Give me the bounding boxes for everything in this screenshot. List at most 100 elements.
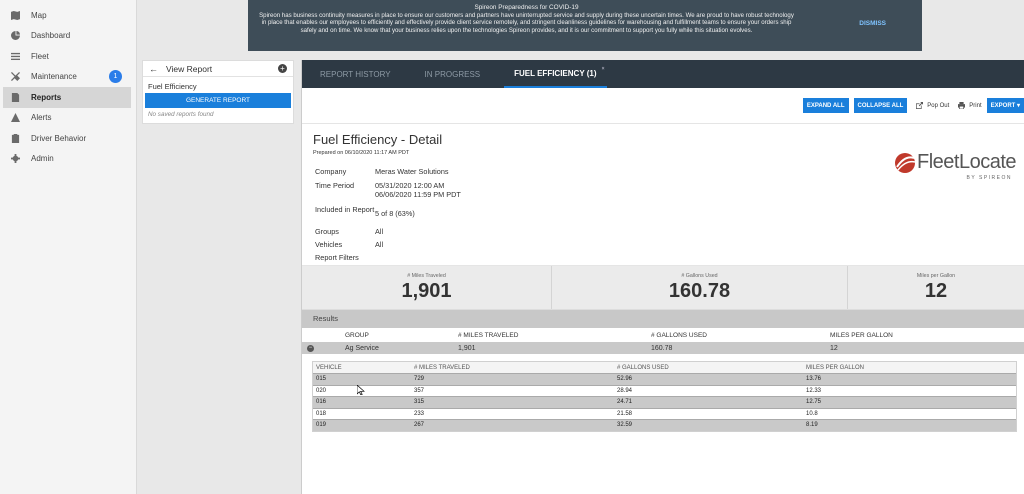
generate-report-button[interactable]: GENERATE REPORT: [145, 93, 291, 108]
meta-key: Report Filters: [315, 253, 359, 262]
expand-all-button[interactable]: EXPAND ALL: [802, 98, 849, 113]
results-header: Results: [302, 310, 1024, 328]
table-row[interactable]: 019 267 32.59 8.19: [313, 419, 1016, 431]
group-name: Ag Service: [345, 344, 379, 352]
dismiss-button[interactable]: DISMISS: [859, 20, 886, 28]
meta-row: Time Period 05/31/2020 12:00 AM 06/06/20…: [315, 180, 1024, 204]
vehicle-gallons: 24.71: [617, 399, 633, 406]
sidebar-item-admin[interactable]: Admin: [0, 149, 136, 170]
stat-value: 160.78: [668, 279, 731, 302]
stat-gallons: # Gallons Used 160.78: [552, 266, 848, 309]
vehicle-miles: 729: [414, 376, 425, 383]
collapse-all-button[interactable]: COLLAPSE ALL: [853, 98, 908, 113]
group-gallons: 160.78: [651, 344, 673, 352]
vehicle-table-header: VEHICLE # MILES TRAVELED # GALLONS USED …: [313, 362, 1016, 373]
sidebar-item-label: Alerts: [31, 113, 52, 123]
meta-value: All: [375, 227, 384, 236]
banner-title: Spireon Preparedness for COVID-19: [474, 4, 579, 11]
print-label: Print: [969, 102, 982, 109]
vehicle-gallons: 52.96: [617, 376, 633, 383]
column-header: GROUP: [345, 331, 369, 339]
report-detail: Fuel Efficiency - Detail Prepared on 06/…: [302, 124, 1024, 266]
sidebar-item-label: Admin: [31, 154, 54, 164]
stat-label: Miles per Gallon: [916, 272, 956, 279]
meta-row: Groups All: [315, 224, 1024, 237]
sidebar-item-map[interactable]: Map: [0, 5, 136, 26]
vehicle-mpg: 13.76: [806, 376, 822, 383]
sidebar-item-maintenance[interactable]: Maintenance 1: [0, 67, 136, 88]
column-header: # MILES TRAVELED: [414, 364, 470, 371]
gear-icon: [9, 153, 21, 165]
table-row[interactable]: 015 729 52.96 13.76: [313, 373, 1016, 385]
vehicle-mpg: 10.8: [806, 410, 818, 417]
group-row[interactable]: − Ag Service 1,901 160.78 12: [302, 342, 1024, 354]
logo-text: FleetLocate: [916, 151, 1017, 173]
sidebar-item-label: Maintenance: [31, 72, 77, 82]
table-row[interactable]: 016 315 24.71 12.75: [313, 396, 1016, 408]
meta-row: Included in Report 5 of 8 (63%): [315, 204, 1024, 224]
vehicle-miles: 357: [414, 387, 425, 394]
sidebar-item-driver-behavior[interactable]: Driver Behavior: [0, 128, 136, 149]
report-panel-header: ← View Report +: [143, 61, 293, 77]
alert-icon: [9, 112, 21, 124]
meta-key: Vehicles: [315, 240, 343, 249]
sidebar-item-label: Dashboard: [31, 31, 71, 41]
stat-value: 12: [924, 279, 948, 302]
sidebar-item-label: Fleet: [31, 51, 49, 61]
meta-value: Meras Water Solutions: [375, 167, 449, 176]
vehicle-table: VEHICLE # MILES TRAVELED # GALLONS USED …: [312, 361, 1017, 432]
meta-key: Included in Report: [315, 205, 375, 214]
table-row[interactable]: 018 233 21.58 10.8: [313, 407, 1016, 420]
meta-key: Groups: [315, 227, 339, 236]
dashboard-icon: [9, 30, 21, 42]
vehicle-id: 015: [316, 376, 327, 383]
sidebar-item-fleet[interactable]: Fleet: [0, 46, 136, 67]
sidebar-item-label: Driver Behavior: [31, 133, 87, 143]
back-arrow-icon[interactable]: ←: [149, 64, 158, 74]
add-icon[interactable]: +: [278, 64, 287, 73]
tab-fuel-efficiency[interactable]: FUEL EFFICIENCY (1) ×: [504, 60, 607, 88]
pop-out-label: Pop Out: [927, 102, 950, 109]
sidebar: Map Dashboard Fleet Maintenance 1 Report…: [0, 0, 137, 494]
column-header: # MILES TRAVELED: [458, 331, 519, 339]
banner-body: Spireon has business continuity measures…: [259, 11, 794, 34]
report-panel-title: View Report: [166, 63, 213, 74]
mouse-cursor-icon: [357, 385, 365, 395]
close-tab-icon[interactable]: ×: [602, 66, 605, 72]
meta-value: 5 of 8 (63%): [375, 209, 415, 218]
tab-report-history[interactable]: REPORT HISTORY: [310, 60, 401, 88]
no-saved-reports-text: No saved reports found: [148, 111, 214, 118]
print-button[interactable]: Print: [958, 102, 982, 109]
tab-in-progress[interactable]: IN PROGRESS: [415, 60, 491, 88]
group-table-header: GROUP # MILES TRAVELED # GALLONS USED MI…: [302, 328, 1024, 342]
pop-out-button[interactable]: Pop Out: [916, 102, 949, 109]
meta-row: Report Filters: [315, 250, 1024, 263]
vehicle-id: 016: [316, 399, 327, 406]
meta-value: All: [375, 240, 384, 249]
sidebar-item-dashboard[interactable]: Dashboard: [0, 26, 136, 47]
table-row[interactable]: 020 357 28.94 12.33: [313, 384, 1016, 397]
report-title: Fuel Efficiency - Detail: [313, 132, 443, 147]
chevron-down-icon: ▾: [1015, 103, 1020, 109]
report-main: REPORT HISTORY IN PROGRESS FUEL EFFICIEN…: [301, 60, 1024, 494]
export-label: EXPORT: [990, 102, 1016, 109]
vehicle-mpg: 8.19: [806, 422, 818, 429]
report-name: Fuel Efficiency: [148, 82, 197, 91]
vehicle-mpg: 12.33: [806, 387, 822, 394]
column-header: # GALLONS USED: [651, 331, 707, 339]
vehicle-miles: 315: [414, 399, 425, 406]
summary-stats: # Miles Traveled 1,901 # Gallons Used 16…: [302, 266, 1024, 310]
sidebar-item-reports[interactable]: Reports: [3, 87, 131, 108]
group-miles: 1,901: [458, 344, 476, 352]
report-icon: [9, 91, 21, 103]
vehicle-id: 019: [316, 422, 327, 429]
collapse-icon[interactable]: −: [307, 344, 314, 352]
sidebar-item-alerts[interactable]: Alerts: [0, 108, 136, 129]
wrench-icon: [9, 71, 21, 83]
notification-badge: 1: [109, 70, 122, 84]
report-panel: ← View Report + Fuel Efficiency GENERATE…: [142, 60, 294, 124]
vehicle-id: 018: [316, 410, 327, 417]
stat-label: # Gallons Used: [681, 272, 718, 279]
export-button[interactable]: EXPORT ▾: [986, 98, 1024, 113]
stat-miles: # Miles Traveled 1,901: [302, 266, 552, 309]
